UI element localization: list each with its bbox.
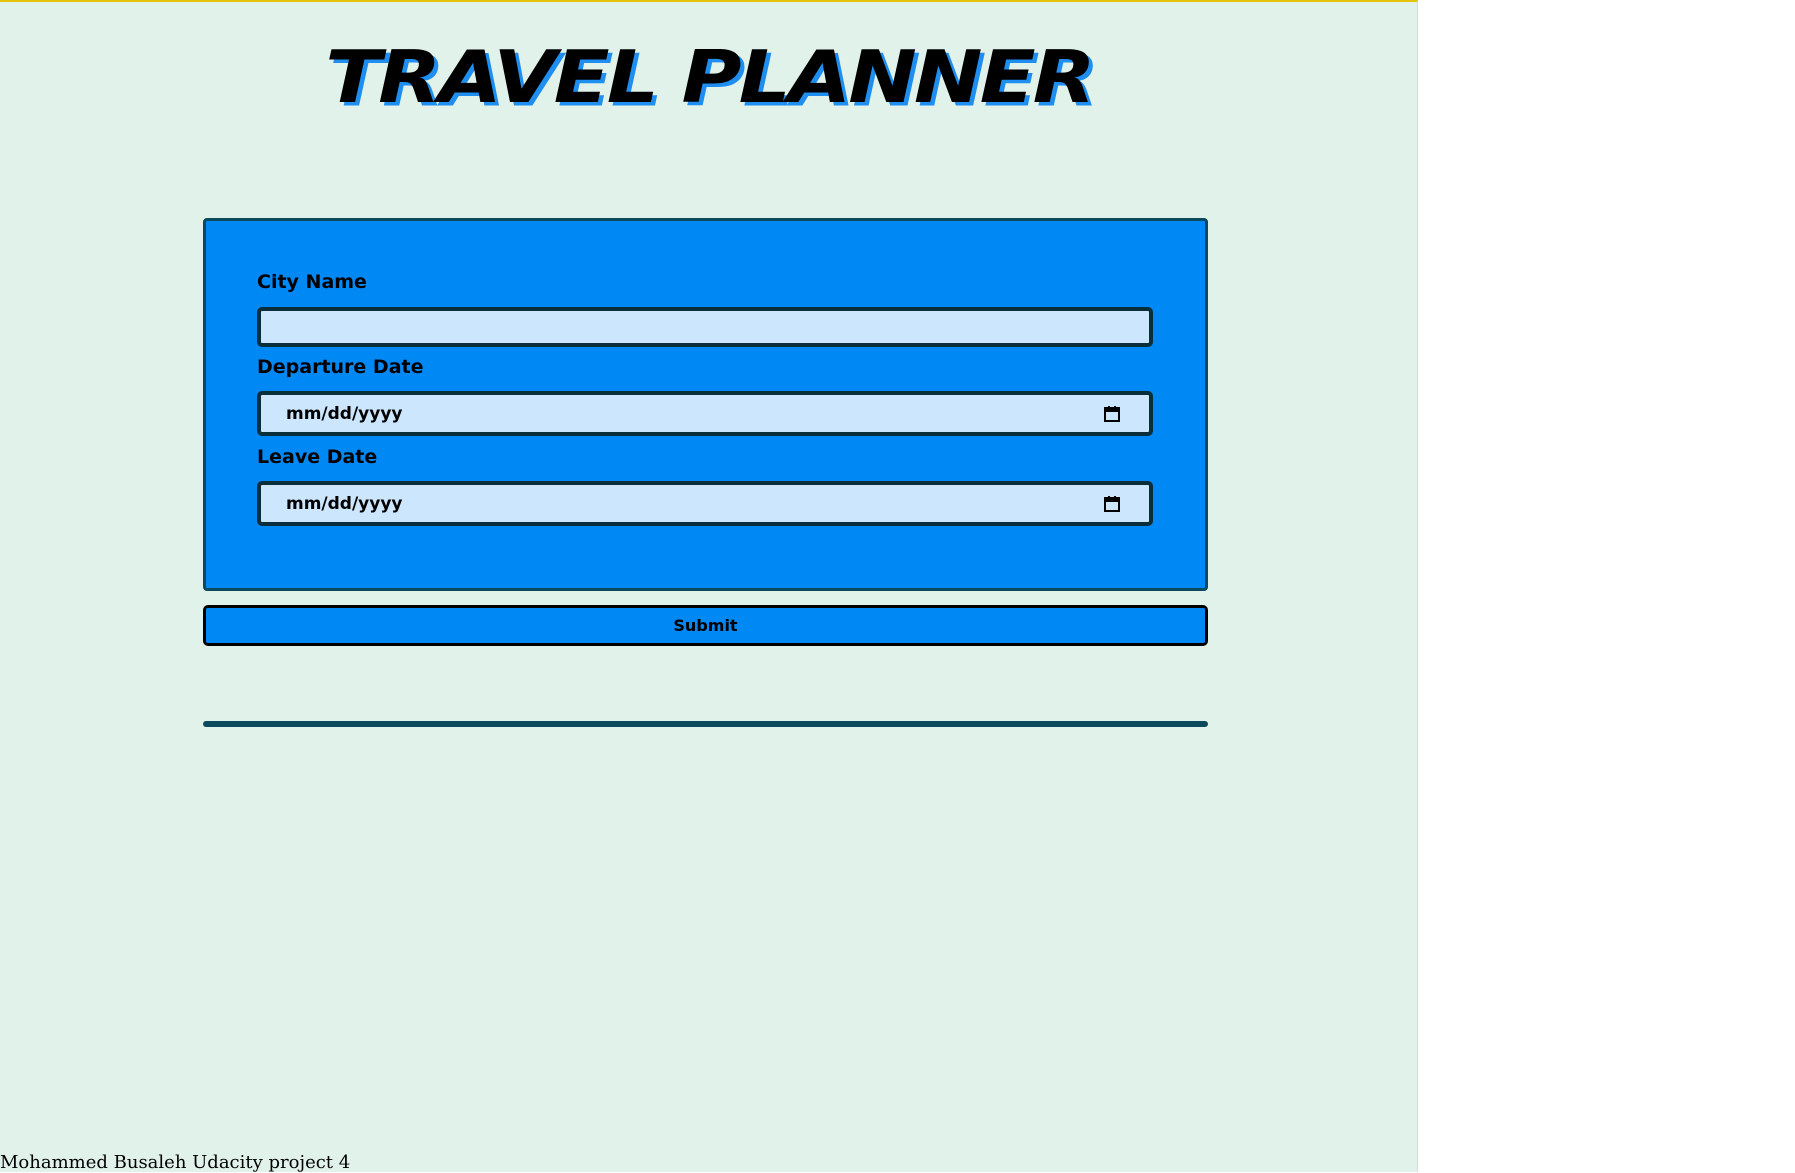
page-title: Travel Planner [325,36,1095,120]
departure-date-label: Departure Date [257,356,424,378]
departure-date-input[interactable]: mm/dd/yyyy [257,391,1153,436]
submit-button[interactable]: Submit [203,605,1208,646]
leave-date-label: Leave Date [257,446,378,468]
leave-date-input[interactable]: mm/dd/yyyy [257,481,1153,526]
city-name-label: City Name [257,271,367,293]
section-divider [203,721,1208,727]
calendar-icon[interactable] [1103,405,1121,423]
city-name-input[interactable] [257,307,1153,347]
travel-form: City Name Departure Date mm/dd/yyyy Leav… [203,218,1208,591]
footer-credit: Mohammed Busaleh Udacity project 4 [0,1152,351,1173]
page-viewport: Travel Planner City Name Departure Date … [0,0,1418,1173]
departure-date-placeholder: mm/dd/yyyy [286,403,403,424]
calendar-icon[interactable] [1103,495,1121,513]
leave-date-placeholder: mm/dd/yyyy [286,493,403,514]
